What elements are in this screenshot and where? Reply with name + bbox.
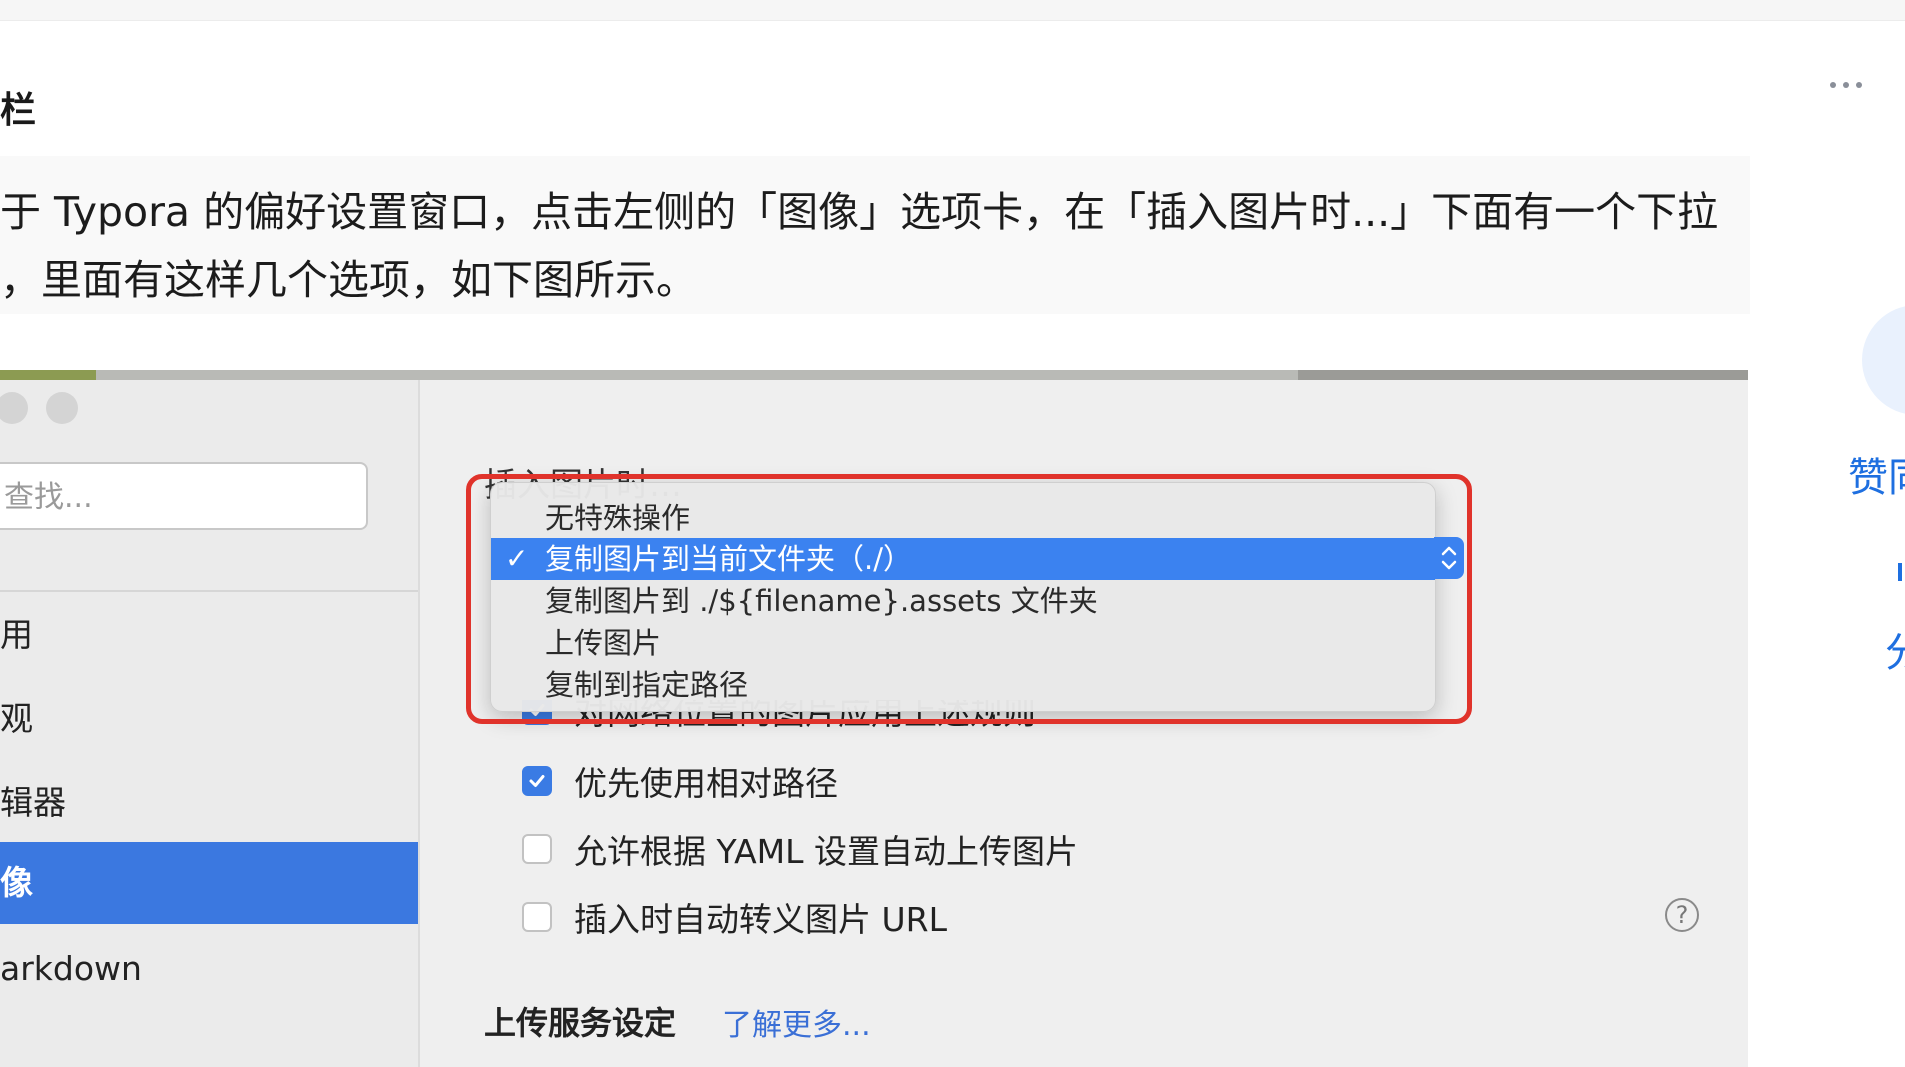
- sidebar-item-appearance[interactable]: 观: [0, 678, 418, 760]
- preferences-search-input[interactable]: 查找...: [0, 462, 368, 530]
- sidebar-item-label: 用: [0, 615, 33, 654]
- upload-service-title: 上传服务设定: [484, 1004, 677, 1042]
- avatar-circle[interactable]: [1862, 305, 1905, 415]
- screenshot-strip-accent: [0, 370, 96, 380]
- paragraph-line-1: 于 Typora 的偏好设置窗口，点击左侧的「图像」选项卡，在「插入图片时...…: [0, 188, 1719, 236]
- paragraph-line-2: ，里面有这样几个选项，如下图所示。: [0, 256, 697, 304]
- sidebar-item-label: arkdown: [0, 949, 142, 988]
- relative-path-checkbox[interactable]: [522, 766, 552, 796]
- sidebar-divider: [0, 590, 418, 592]
- agree-button[interactable]: 赞同: [1848, 445, 1905, 503]
- side-divider: [1898, 563, 1902, 581]
- screenshot-strip-right: [1298, 370, 1748, 380]
- learn-more-link[interactable]: 了解更多...: [722, 1000, 871, 1044]
- help-icon[interactable]: ?: [1665, 898, 1699, 932]
- section-title: 栏: [0, 90, 37, 131]
- sidebar-item-general[interactable]: 用: [0, 594, 418, 676]
- sidebar-item-label: 辑器: [0, 783, 66, 822]
- top-bar: [0, 0, 1905, 21]
- sidebar-item-label: 观: [0, 699, 33, 738]
- escape-url-checkbox[interactable]: [522, 902, 552, 932]
- more-options-icon[interactable]: [1824, 70, 1868, 100]
- yaml-upload-checkbox[interactable]: [522, 834, 552, 864]
- checkbox-row-yaml-upload[interactable]: 允许根据 YAML 设置自动上传图片: [522, 829, 1078, 871]
- checkbox-row-escape-url[interactable]: 插入时自动转义图片 URL: [522, 897, 947, 939]
- window-minimize-button[interactable]: [46, 392, 78, 424]
- sidebar-item-image[interactable]: 像: [0, 842, 418, 924]
- share-button[interactable]: 分: [1885, 620, 1905, 678]
- highlight-annotation-frame: [466, 474, 1472, 724]
- relative-path-label: 优先使用相对路径: [574, 764, 838, 803]
- sidebar-item-label: 像: [0, 863, 33, 902]
- checkbox-row-relative-path[interactable]: 优先使用相对路径: [522, 761, 838, 803]
- sidebar-item-editor[interactable]: 辑器: [0, 762, 418, 844]
- yaml-upload-label: 允许根据 YAML 设置自动上传图片: [574, 832, 1079, 871]
- sidebar-item-markdown[interactable]: arkdown: [0, 928, 418, 1010]
- escape-url-label: 插入时自动转义图片 URL: [574, 900, 947, 939]
